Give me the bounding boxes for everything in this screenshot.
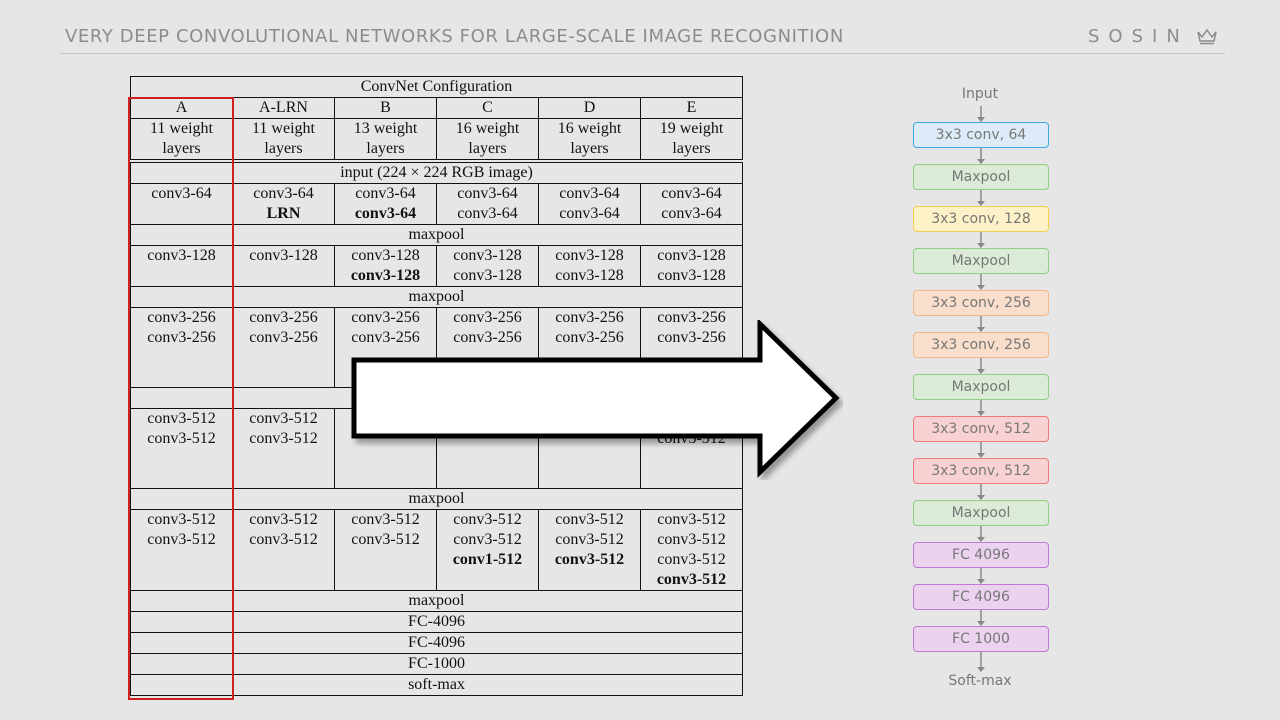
diagram-node: FC 1000 xyxy=(913,626,1049,652)
layer-label: conv3-256 xyxy=(249,329,318,346)
diagram-node: Maxpool xyxy=(913,164,1049,190)
layer-cell: conv3-512 conv3-512 conv1-512 xyxy=(436,509,539,591)
layer-label: LRN xyxy=(266,205,301,222)
layer-cell: conv3-128 conv3-128 xyxy=(538,245,641,287)
layer-cell: conv3-64 conv3-64 xyxy=(538,183,641,225)
layer-label: conv3-512 xyxy=(453,531,522,548)
diagram-node: 3x3 conv, 128 xyxy=(913,206,1049,232)
layer-label: conv3-512 xyxy=(656,571,727,588)
layer-label: conv3-64 xyxy=(457,185,518,202)
header-divider xyxy=(60,53,1225,54)
column-header-c: C xyxy=(436,97,539,119)
diagram-node: Maxpool xyxy=(913,374,1049,400)
layer-cell: conv3-64 conv3-64 xyxy=(436,183,539,225)
diagram-node: 3x3 conv, 256 xyxy=(913,332,1049,358)
layer-label: conv3-64 xyxy=(559,185,620,202)
layer-cell: conv3-512 conv3-512 conv3-512 conv3-512 xyxy=(640,509,743,591)
layer-label: conv3-512 xyxy=(657,531,726,548)
layer-cell: conv3-512 conv3-512 conv3-512 xyxy=(538,509,641,591)
diagram-node: 3x3 conv, 512 xyxy=(913,458,1049,484)
depth-cell: 16 weight layers xyxy=(538,118,641,160)
layer-label: conv3-64 xyxy=(559,205,620,222)
vgg-architecture-diagram: Input 3x3 conv, 64 Maxpool 3x3 conv, 128 Ma… xyxy=(900,84,1060,704)
depth-cell: 13 weight layers xyxy=(334,118,437,160)
layer-label: conv3-256 xyxy=(249,309,318,326)
crown-icon xyxy=(1197,28,1217,45)
layer-label: conv3-128 xyxy=(657,267,726,284)
layer-cell: conv3-512 conv3-512 xyxy=(232,509,335,591)
layer-label: conv3-64 xyxy=(661,205,722,222)
layer-label: conv3-128 xyxy=(657,247,726,264)
layer-label: conv3-64 xyxy=(354,205,417,222)
layer-label: conv3-128 xyxy=(555,247,624,264)
diagram-node: 3x3 conv, 64 xyxy=(913,122,1049,148)
layer-label: conv3-512 xyxy=(351,531,420,548)
layer-cell: conv3-128 conv3-128 xyxy=(640,245,743,287)
layer-cell: conv3-512 conv3-512 xyxy=(232,408,335,489)
layer-label: conv3-128 xyxy=(350,267,421,284)
column-header-b: B xyxy=(334,97,437,119)
diagram-node: 3x3 conv, 256 xyxy=(913,290,1049,316)
connector-arrowhead xyxy=(977,667,985,672)
layer-label: conv3-512 xyxy=(554,551,625,568)
layer-label: conv3-128 xyxy=(249,247,318,264)
diagram-node: FC 4096 xyxy=(913,584,1049,610)
layer-label: conv3-512 xyxy=(657,551,726,568)
layer-label: conv3-128 xyxy=(555,267,624,284)
layer-label: conv3-512 xyxy=(555,531,624,548)
layer-label: conv3-512 xyxy=(351,511,420,528)
layer-label: conv1-512 xyxy=(452,551,523,568)
layer-cell: conv3-256 conv3-256 xyxy=(232,307,335,388)
depth-cell: 11 weight layers xyxy=(232,118,335,160)
diagram-node: 3x3 conv, 512 xyxy=(913,416,1049,442)
diagram-output-label: Soft-max xyxy=(948,673,1012,689)
layer-label: conv3-64 xyxy=(661,185,722,202)
column-a-highlight xyxy=(128,97,234,700)
layer-label: conv3-512 xyxy=(555,511,624,528)
column-header-a-lrn: A-LRN xyxy=(232,97,335,119)
layer-label: conv3-512 xyxy=(249,410,318,427)
diagram-node: FC 4096 xyxy=(913,542,1049,568)
diagram-node: Maxpool xyxy=(913,500,1049,526)
right-arrow-icon xyxy=(351,320,840,478)
layer-cell: conv3-64 conv3-64 xyxy=(640,183,743,225)
brand-name: SOSIN xyxy=(1088,26,1189,47)
layer-label: conv3-128 xyxy=(453,267,522,284)
layer-label: conv3-64 xyxy=(457,205,518,222)
layer-cell: conv3-64 LRN xyxy=(232,183,335,225)
column-header-d: D xyxy=(538,97,641,119)
depth-cell: 19 weight layers xyxy=(640,118,743,160)
slide-title: VERY DEEP CONVOLUTIONAL NETWORKS FOR LAR… xyxy=(65,26,844,47)
layer-label: conv3-512 xyxy=(249,430,318,447)
layer-label: conv3-64 xyxy=(355,185,416,202)
layer-label: conv3-512 xyxy=(657,511,726,528)
table-title: ConvNet Configuration xyxy=(130,76,743,98)
layer-label: conv3-512 xyxy=(249,531,318,548)
layer-label: conv3-128 xyxy=(351,247,420,264)
column-header-e: E xyxy=(640,97,743,119)
layer-cell: conv3-512 conv3-512 xyxy=(334,509,437,591)
layer-cell: conv3-128 conv3-128 xyxy=(334,245,437,287)
layer-label: conv3-64 xyxy=(253,185,314,202)
diagram-node: Maxpool xyxy=(913,248,1049,274)
layer-label: conv3-512 xyxy=(249,511,318,528)
layer-label: conv3-512 xyxy=(453,511,522,528)
diagram-input-label: Input xyxy=(961,86,999,102)
layer-label: conv3-128 xyxy=(453,247,522,264)
layer-cell: conv3-128 xyxy=(232,245,335,287)
layer-cell: conv3-64 conv3-64 xyxy=(334,183,437,225)
layer-cell: conv3-128 conv3-128 xyxy=(436,245,539,287)
depth-cell: 16 weight layers xyxy=(436,118,539,160)
